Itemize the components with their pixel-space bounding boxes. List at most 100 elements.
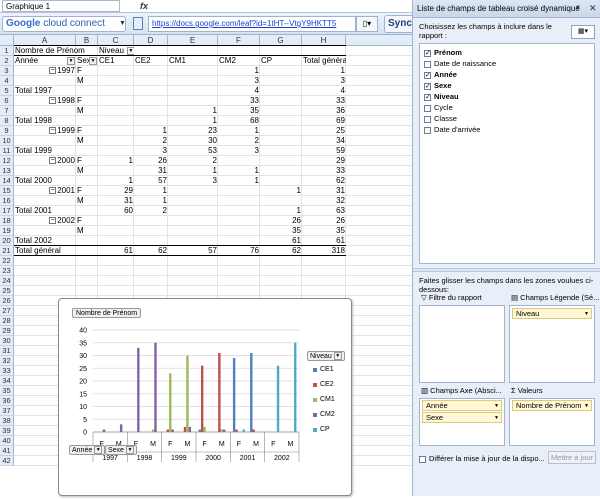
chart-axis-field-button[interactable]: Année ▼	[69, 445, 106, 455]
row-header[interactable]: 24	[0, 276, 14, 286]
cell-label[interactable]: Total général	[302, 56, 346, 66]
cell-value[interactable]: 60	[98, 206, 134, 216]
checkbox[interactable]: ✓	[424, 93, 431, 101]
sheet-icon[interactable]	[133, 17, 143, 30]
filter-area[interactable]	[419, 305, 505, 383]
cell-value[interactable]: 3	[218, 146, 260, 156]
row-header[interactable]: 33	[0, 366, 14, 376]
row-header[interactable]: 9	[0, 126, 14, 136]
document-url-link[interactable]: https://docs.google.com/leaf?id=1tHT--Vt…	[148, 16, 356, 32]
filter-dropdown-icon[interactable]: ▼	[89, 57, 97, 65]
checkbox[interactable]	[424, 104, 431, 112]
pivot-chart[interactable]: 0510152025303540FMFMFMFMFMFM199719981999…	[58, 298, 352, 496]
chevron-down-icon[interactable]: ▼	[119, 16, 129, 32]
update-button[interactable]: Mettre à jour	[548, 451, 596, 464]
row-header[interactable]: 36	[0, 396, 14, 406]
cell-value[interactable]: 1	[134, 196, 168, 206]
name-box[interactable]: Graphique 1	[2, 0, 120, 12]
cell-label[interactable]: M	[76, 226, 98, 236]
year-row-label[interactable]: −1998	[14, 96, 76, 106]
row-header[interactable]: 35	[0, 386, 14, 396]
row-header[interactable]: 30	[0, 336, 14, 346]
cell-value[interactable]: 31	[302, 186, 346, 196]
cell-label[interactable]: CM2	[218, 56, 260, 66]
checkbox[interactable]	[424, 115, 431, 123]
cell-value[interactable]: 33	[218, 96, 260, 106]
checkbox[interactable]: ✓	[424, 71, 431, 79]
row-header[interactable]: 23	[0, 266, 14, 276]
cell-label[interactable]: M	[76, 76, 98, 86]
cell-value[interactable]: 29	[98, 186, 134, 196]
collapse-icon[interactable]: −	[49, 187, 57, 195]
cell-label[interactable]: Total 2001	[14, 206, 76, 216]
row-header[interactable]: 22	[0, 256, 14, 266]
row-header[interactable]: 5	[0, 86, 14, 96]
cell-value[interactable]: 30	[168, 136, 218, 146]
cell-label[interactable]: M	[76, 196, 98, 206]
chevron-down-icon[interactable]: ▼	[584, 402, 589, 411]
year-row-label[interactable]: −1999	[14, 126, 76, 136]
row-header[interactable]: 29	[0, 326, 14, 336]
cell-label[interactable]: Total 2000	[14, 176, 76, 186]
chart-axis-field-button[interactable]: Sexe ▼	[105, 445, 137, 455]
row-header[interactable]: 18	[0, 216, 14, 226]
defer-update-checkbox[interactable]: Différer la mise à jour de la dispo...	[419, 454, 545, 463]
row-header[interactable]: 34	[0, 376, 14, 386]
cell-value[interactable]: 26	[302, 216, 346, 226]
field-item[interactable]: ✓ Sexe	[424, 80, 452, 91]
cell-value[interactable]: 1	[98, 156, 134, 166]
cell-label[interactable]: CP	[260, 56, 302, 66]
field-item[interactable]: Cycle	[424, 102, 453, 113]
filter-dropdown-icon[interactable]: ▼	[67, 57, 75, 65]
cell-value[interactable]: 1	[218, 66, 260, 76]
row-header[interactable]: 2	[0, 56, 14, 66]
year-row-label[interactable]: −2002	[14, 216, 76, 226]
cell-value[interactable]: 2	[134, 136, 168, 146]
row-header[interactable]: 40	[0, 436, 14, 446]
cell-value[interactable]: 1	[218, 126, 260, 136]
cell-label[interactable]: M	[76, 136, 98, 146]
cell-label[interactable]: M	[76, 106, 98, 116]
layout-options-button[interactable]: ▦▾	[571, 25, 595, 39]
cell-value[interactable]: 53	[168, 146, 218, 156]
cell-value[interactable]: 3	[302, 76, 346, 86]
cell-value[interactable]: 57	[134, 176, 168, 186]
chart-value-field-button[interactable]: Nombre de Prénom	[72, 308, 142, 318]
cell-value[interactable]: 4	[302, 86, 346, 96]
cell-value[interactable]: 33	[302, 166, 346, 176]
cell-value[interactable]: 34	[302, 136, 346, 146]
cell-value[interactable]: 1	[260, 206, 302, 216]
field-item[interactable]: Date de naissance	[424, 58, 496, 69]
cell-value[interactable]: 68	[218, 116, 260, 126]
collapse-icon[interactable]: −	[49, 97, 57, 105]
cell-value[interactable]: 32	[302, 196, 346, 206]
cell-label[interactable]: F	[76, 126, 98, 136]
fx-icon[interactable]: fx	[140, 0, 154, 12]
cell-value[interactable]: 1	[98, 176, 134, 186]
cell-value[interactable]: 1	[168, 166, 218, 176]
field-item[interactable]: ✓ Année	[424, 69, 457, 80]
cell-label[interactable]: F	[76, 186, 98, 196]
cell-value[interactable]: 26	[134, 156, 168, 166]
cell-value[interactable]: 2	[168, 156, 218, 166]
year-row-label[interactable]: −2001	[14, 186, 76, 196]
values-field-chip[interactable]: Nombre de Prénom ▼	[512, 400, 592, 411]
filter-dropdown-icon[interactable]: ▼	[126, 46, 134, 55]
checkbox[interactable]	[424, 60, 431, 68]
chevron-down-icon[interactable]: ▼	[575, 5, 581, 11]
row-header[interactable]: 1	[0, 46, 14, 56]
select-all-corner[interactable]	[0, 35, 14, 46]
row-header[interactable]: 11	[0, 146, 14, 156]
cell-value[interactable]: 4	[218, 86, 260, 96]
row-header[interactable]: 12	[0, 156, 14, 166]
cell-label[interactable]: F	[76, 216, 98, 226]
row-header[interactable]: 7	[0, 106, 14, 116]
cell-value[interactable]: 2	[218, 136, 260, 146]
field-item[interactable]: ✓ Prénom	[424, 47, 462, 58]
checkbox[interactable]	[424, 126, 431, 134]
cell-value[interactable]: 1	[218, 166, 260, 176]
row-header[interactable]: 20	[0, 236, 14, 246]
cell-value[interactable]: 31	[98, 196, 134, 206]
pane-splitter[interactable]	[413, 268, 600, 272]
cell-value[interactable]: 1	[134, 126, 168, 136]
